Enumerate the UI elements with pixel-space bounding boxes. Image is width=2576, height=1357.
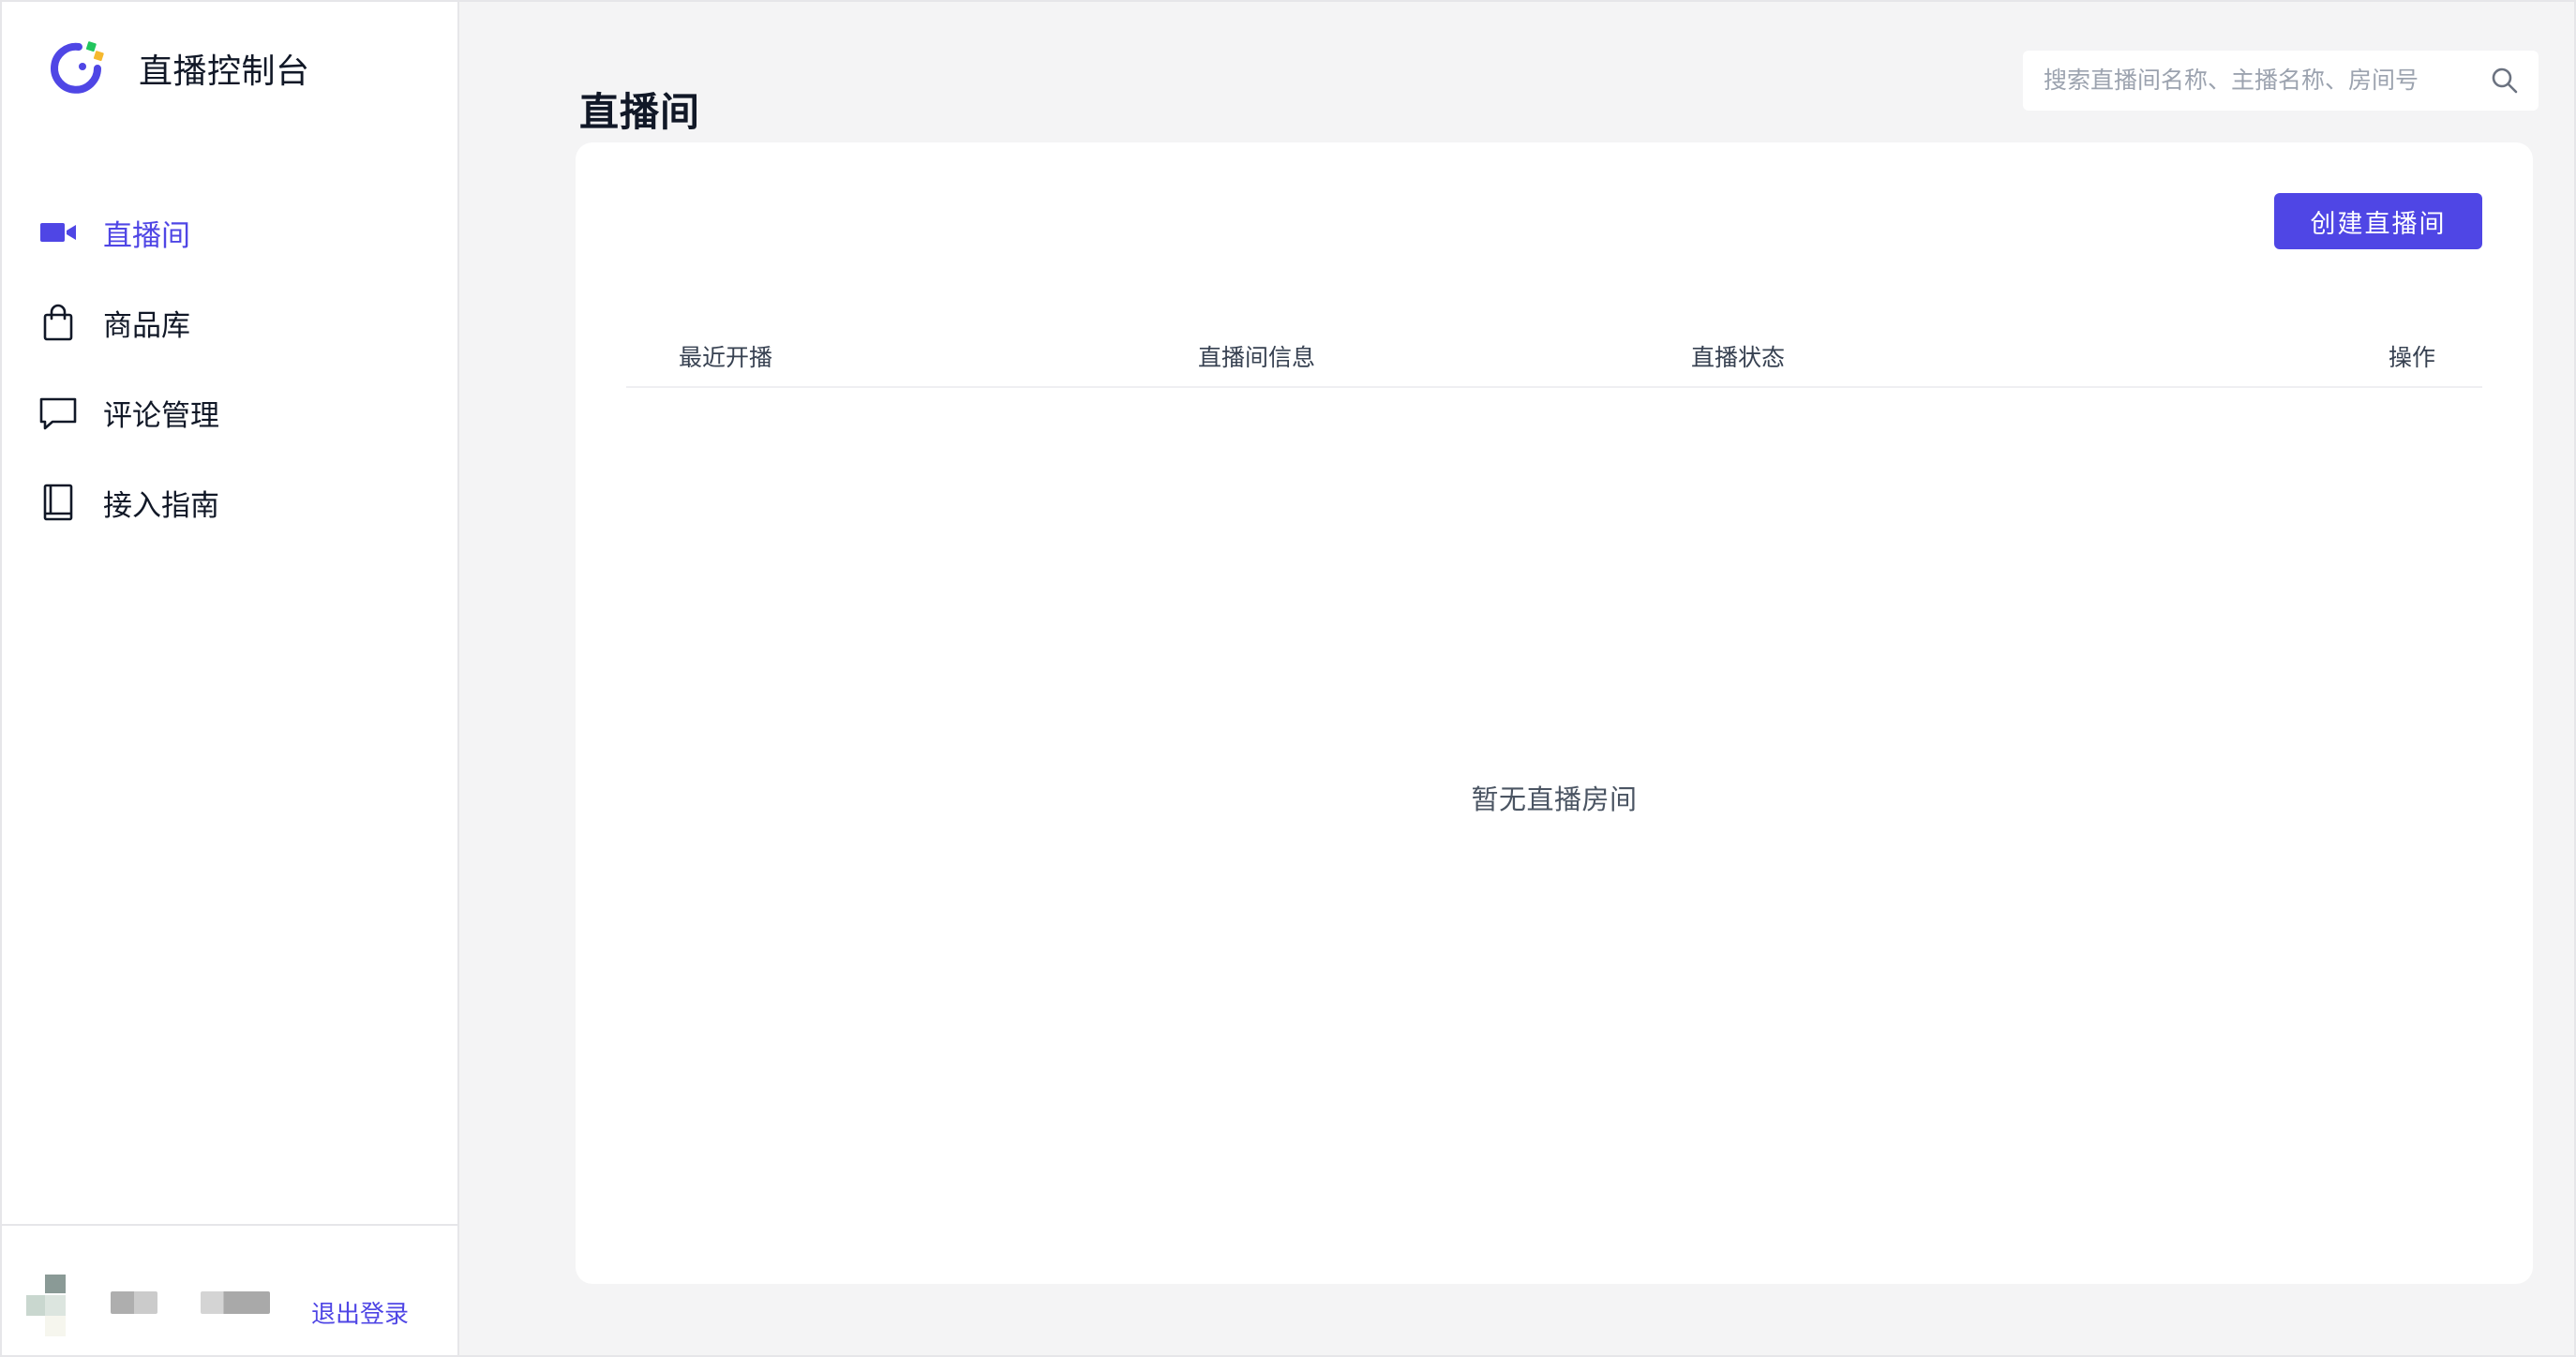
sidebar-item-comment-management[interactable]: 评论管理 (37, 367, 431, 457)
sidebar-item-product-library[interactable]: 商品库 (37, 277, 431, 367)
video-camera-icon (37, 212, 79, 253)
sidebar-nav: 直播间 商品库 评论管理 接入指南 (37, 187, 431, 547)
user-name-redacted (111, 1291, 157, 1314)
search-input[interactable] (2042, 66, 2490, 96)
column-header-live-status: 直播状态 (1691, 345, 1786, 371)
create-live-room-button[interactable]: 创建直播间 (2274, 193, 2482, 249)
sidebar-item-label: 商品库 (103, 308, 190, 342)
column-header-recent-live: 最近开播 (679, 345, 773, 371)
search-box (2023, 51, 2539, 111)
user-id-redacted (201, 1291, 270, 1314)
main-content: 直播间 创建直播间 最近开播 直播间信息 直播状态 操作 暂无直播房间 (459, 2, 2574, 1355)
search-icon[interactable] (2490, 66, 2520, 96)
shopping-bag-icon (37, 302, 79, 343)
empty-state-text: 暂无直播房间 (1471, 785, 1638, 815)
sidebar-item-integration-guide[interactable]: 接入指南 (37, 457, 431, 547)
page-title: 直播间 (579, 90, 701, 135)
column-header-room-info: 直播间信息 (1198, 345, 1316, 371)
logout-link[interactable]: 退出登录 (311, 1295, 409, 1330)
app-window: 直播控制台 直播间 商品库 评论管理 接入指南 退出登录 直播间 搜索直播间名称… (0, 0, 2576, 1357)
sidebar-footer: 退出登录 (2, 1224, 457, 1355)
sidebar: 直播控制台 直播间 商品库 评论管理 接入指南 退出登录 (2, 2, 459, 1355)
live-room-list-card: 创建直播间 最近开播 直播间信息 直播状态 操作 暂无直播房间 (576, 142, 2533, 1284)
avatar (26, 1275, 69, 1340)
comment-icon (37, 392, 79, 433)
brand: 直播控制台 (41, 30, 310, 107)
sidebar-item-label: 评论管理 (103, 398, 219, 432)
brand-logo-icon (51, 41, 104, 94)
app-title: 直播控制台 (139, 52, 310, 90)
sidebar-item-label: 接入指南 (103, 488, 219, 522)
table-header: 最近开播 直播间信息 直播状态 操作 (626, 328, 2482, 388)
sidebar-item-label: 直播间 (103, 218, 190, 252)
column-header-actions: 操作 (2389, 345, 2436, 371)
sidebar-item-live-rooms[interactable]: 直播间 (37, 187, 431, 277)
book-icon (37, 482, 79, 523)
